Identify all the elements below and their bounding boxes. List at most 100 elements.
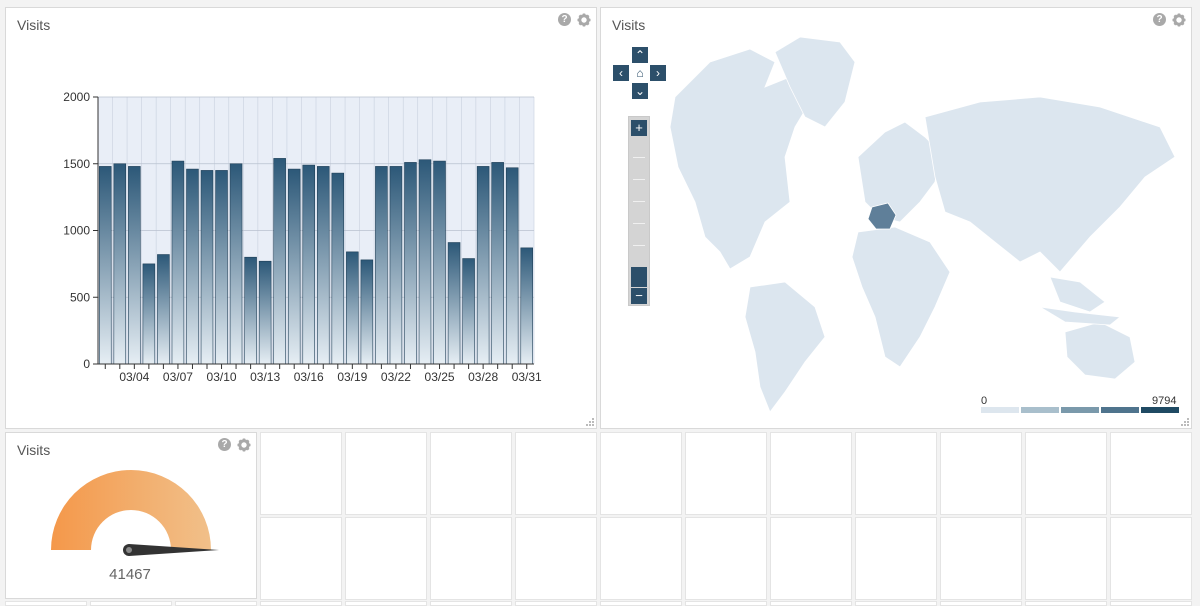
empty-grid-cell: [430, 517, 512, 600]
empty-grid-cell: [515, 432, 597, 515]
map-australia[interactable]: [1064, 321, 1136, 380]
empty-grid-cell: [1025, 601, 1107, 606]
empty-grid-cell: [90, 601, 172, 606]
zoom-out-button[interactable]: −: [631, 288, 647, 304]
zoom-tick: [633, 179, 645, 180]
zoom-tick: [633, 157, 645, 158]
bar: [491, 162, 504, 365]
bar: [128, 166, 141, 365]
empty-grid-cell: [855, 601, 937, 606]
bar: [346, 251, 359, 365]
x-tick-label: 03/07: [163, 370, 193, 384]
empty-grid-cell: [345, 601, 427, 606]
map-asia[interactable]: [924, 96, 1176, 273]
bar: [200, 170, 214, 365]
x-tick-label: 03/04: [119, 370, 149, 384]
empty-grid-cell: [770, 517, 852, 600]
gauge-value: 41467: [109, 566, 151, 583]
bar: [273, 158, 286, 365]
empty-grid-cell: [260, 517, 342, 600]
bar: [505, 167, 519, 365]
bar: [476, 166, 490, 365]
empty-grid-cell: [345, 432, 427, 515]
x-tick-label: 03/22: [381, 370, 411, 384]
bar: [360, 259, 374, 365]
empty-grid-cell: [685, 432, 767, 515]
empty-grid-cell: [430, 432, 512, 515]
empty-grid-cell: [175, 601, 257, 606]
map-southeast-asia[interactable]: [1049, 276, 1106, 313]
zoom-tick: [633, 201, 645, 202]
bar: [302, 164, 315, 365]
bar: [229, 163, 243, 365]
bar: [142, 263, 156, 365]
empty-grid-cell: [1025, 432, 1107, 515]
empty-grid-cell: [600, 432, 682, 515]
y-tick-label: 1000: [63, 224, 90, 238]
legend-swatch: [981, 407, 1019, 413]
bar: [433, 160, 446, 365]
empty-grid-cell: [855, 517, 937, 600]
bar: [287, 168, 301, 365]
bar: [157, 254, 170, 365]
empty-grid-cell: [685, 601, 767, 606]
legend-max-label: 9794: [1152, 395, 1177, 407]
map-zoom-bar[interactable]: + −: [628, 116, 650, 306]
x-tick-label: 03/10: [207, 370, 237, 384]
zoom-tick: [633, 245, 645, 246]
map-pan-left-button[interactable]: ‹: [613, 65, 629, 81]
legend-swatch: [1141, 407, 1179, 413]
map-pan-up-button[interactable]: ⌃: [632, 47, 648, 63]
bar: [215, 170, 228, 365]
legend-min-label: 0: [981, 395, 988, 407]
x-tick-label: 03/28: [468, 370, 498, 384]
bar: [462, 258, 475, 365]
x-tick-label: 03/25: [425, 370, 455, 384]
empty-grid-cell: [940, 432, 1022, 515]
bar: [447, 242, 461, 365]
bar: [186, 168, 199, 365]
y-tick-label: 500: [70, 290, 90, 304]
bar: [258, 260, 272, 365]
zoom-tick: [633, 223, 645, 224]
bar: [99, 166, 112, 365]
empty-grid-cell: [1110, 432, 1192, 515]
map-indonesia[interactable]: [1039, 306, 1122, 326]
empty-grid-cell: [515, 601, 597, 606]
empty-grid-cell: [1025, 517, 1107, 600]
bar: [171, 160, 185, 365]
empty-grid-cell: [600, 517, 682, 600]
legend-swatch: [1021, 407, 1059, 413]
empty-grid-cell: [855, 432, 937, 515]
empty-grid-cell: [940, 601, 1022, 606]
bar: [317, 166, 330, 365]
map-africa[interactable]: [851, 226, 951, 368]
bar: [520, 247, 533, 365]
y-tick-label: 0: [83, 357, 90, 371]
zoom-in-button[interactable]: +: [631, 120, 647, 136]
empty-grid-cell: [1110, 601, 1192, 606]
empty-grid-cell: [1110, 517, 1192, 600]
map-south-america[interactable]: [744, 281, 826, 413]
visits-bar-chart: 0 500 1000 1500 2000 03/04 03/07 03/10 03/13 03/1…: [63, 90, 542, 384]
bar: [375, 166, 388, 365]
map-europe[interactable]: [857, 121, 941, 223]
x-tick-label: 03/31: [512, 370, 542, 384]
gauge-needle-pivot: [126, 547, 132, 553]
bar: [113, 163, 127, 365]
gauge-arc: [51, 470, 211, 550]
empty-grid-cell: [940, 517, 1022, 600]
world-map[interactable]: [600, 7, 1192, 429]
x-tick-label: 03/13: [250, 370, 280, 384]
x-tick-label: 03/16: [294, 370, 324, 384]
legend-swatch: [1061, 407, 1099, 413]
map-pan-down-button[interactable]: ⌄: [632, 83, 648, 99]
bar: [331, 172, 345, 365]
bar: [418, 159, 432, 365]
map-pan-right-button[interactable]: ›: [650, 65, 666, 81]
empty-grid-cell: [260, 432, 342, 515]
empty-grid-cell: [430, 601, 512, 606]
bar: [244, 256, 257, 365]
map-home-button[interactable]: ⌂: [632, 65, 648, 81]
zoom-slider-handle[interactable]: [631, 267, 647, 287]
